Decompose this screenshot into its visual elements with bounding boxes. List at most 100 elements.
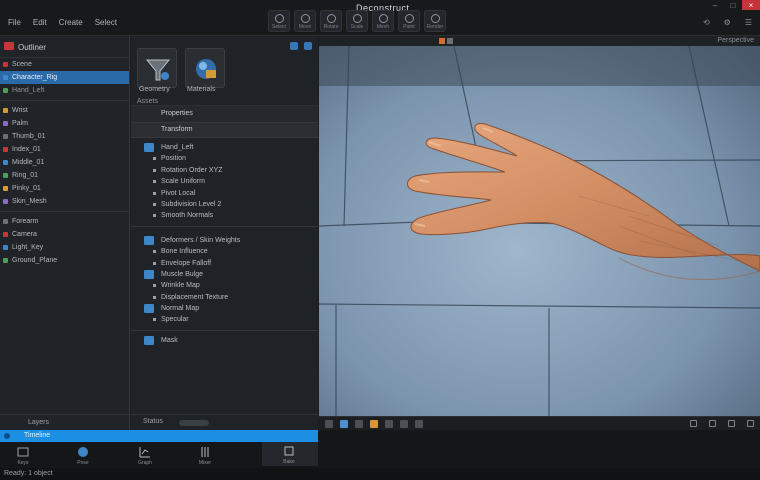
- scene-render: [319, 46, 760, 416]
- object-type-icon: [3, 160, 8, 165]
- deformer-tree: Deformers / Skin Weights Bone Influence En…: [131, 231, 318, 326]
- outliner-item[interactable]: Skin_Mesh: [0, 195, 129, 208]
- refresh-icon[interactable]: ⟲: [703, 18, 710, 27]
- scale-tool-button[interactable]: Scale: [346, 10, 368, 32]
- top-view-icon[interactable]: [728, 420, 735, 427]
- tree-row[interactable]: Deformers / Skin Weights: [131, 235, 318, 246]
- properties-panel: Geometry Materials Assets Properties Tra…: [131, 36, 318, 430]
- side-view-icon[interactable]: [709, 420, 716, 427]
- maximize-button[interactable]: □: [724, 0, 742, 10]
- camera-icon[interactable]: [439, 38, 445, 44]
- tree-row[interactable]: Pivot Local: [131, 188, 318, 199]
- mixer-button[interactable]: Mixer: [194, 444, 216, 466]
- outliner-item[interactable]: Ground_Plane: [0, 254, 129, 267]
- gear-icon[interactable]: ⚙: [724, 18, 731, 27]
- tree-row[interactable]: Smooth Normals: [131, 210, 318, 221]
- select-tool-button[interactable]: Select: [268, 10, 290, 32]
- tree-row-label: Scale Uniform: [161, 178, 205, 186]
- property-tree: Hand_Left Position Rotation Order XYZ Scale…: [131, 138, 318, 222]
- section-title[interactable]: Properties: [131, 106, 318, 122]
- hamburger-icon[interactable]: ☰: [745, 18, 752, 27]
- outliner-panel: Outliner Scene Character_Rig Hand_Left Wris…: [0, 36, 130, 430]
- frame-icon[interactable]: [415, 420, 423, 428]
- timeline-strip[interactable]: Timeline: [0, 430, 318, 442]
- menu-select[interactable]: Select: [95, 18, 117, 27]
- minimize-button[interactable]: –: [706, 0, 724, 10]
- bake-label: Bake: [283, 459, 295, 465]
- object-type-icon: [3, 134, 8, 139]
- outliner-item[interactable]: Ring_01: [0, 169, 129, 182]
- menu-file[interactable]: File: [8, 18, 21, 27]
- close-button[interactable]: ×: [742, 0, 760, 10]
- menu-edit[interactable]: Edit: [33, 18, 47, 27]
- horizontal-scrollbar[interactable]: [179, 420, 209, 426]
- outliner-item[interactable]: Palm: [0, 117, 129, 130]
- outliner-item[interactable]: Light_Key: [0, 241, 129, 254]
- expand-icon[interactable]: [304, 42, 312, 50]
- viewport-scene[interactable]: [319, 46, 760, 416]
- outliner-item[interactable]: Thumb_01: [0, 130, 129, 143]
- outliner-item[interactable]: Middle_01: [0, 156, 129, 169]
- shaded-icon[interactable]: [340, 420, 348, 428]
- outliner-item[interactable]: Hand_Left: [0, 84, 129, 97]
- texture-icon[interactable]: [355, 420, 363, 428]
- tree-row[interactable]: Normal Map: [131, 303, 318, 314]
- outliner-item[interactable]: Wrist: [0, 104, 129, 117]
- mask-row[interactable]: Mask: [131, 335, 318, 346]
- tree-row[interactable]: Specular: [131, 314, 318, 325]
- grid-icon[interactable]: [447, 38, 453, 44]
- bullet-icon: [153, 295, 156, 299]
- fullscreen-icon[interactable]: [747, 420, 754, 427]
- pose-icon: [78, 447, 88, 457]
- transform-header[interactable]: Transform: [131, 122, 318, 138]
- paint-tool-button[interactable]: Paint: [398, 10, 420, 32]
- pose-button[interactable]: Pose: [72, 444, 94, 466]
- scale-icon: [353, 14, 362, 23]
- asset-materials[interactable]: [185, 48, 225, 88]
- tree-row[interactable]: Scale Uniform: [131, 176, 318, 187]
- render-tool-button[interactable]: Render: [424, 10, 446, 32]
- outliner-item[interactable]: Index_01: [0, 143, 129, 156]
- outliner-item[interactable]: Pinky_01: [0, 182, 129, 195]
- light-icon[interactable]: [370, 420, 378, 428]
- pose-label: Pose: [77, 460, 89, 466]
- tree-row[interactable]: Rotation Order XYZ: [131, 165, 318, 176]
- bake-icon: [284, 446, 294, 456]
- tree-row[interactable]: Displacement Texture: [131, 292, 318, 303]
- tree-row[interactable]: Envelope Falloff: [131, 258, 318, 269]
- menu-create[interactable]: Create: [59, 18, 83, 27]
- outliner-item[interactable]: Scene: [0, 58, 129, 71]
- outliner-item[interactable]: Character_Rig: [0, 71, 129, 84]
- playhead-icon[interactable]: [4, 433, 10, 439]
- front-view-icon[interactable]: [690, 420, 697, 427]
- bake-button[interactable]: Bake: [262, 442, 318, 466]
- tree-row[interactable]: Muscle Bulge: [131, 269, 318, 280]
- graph-button[interactable]: Graph: [134, 444, 156, 466]
- keys-button[interactable]: Keys: [12, 444, 34, 466]
- object-type-icon: [3, 147, 8, 152]
- outliner-item-label: Forearm: [12, 218, 39, 225]
- bullet-icon: [153, 157, 156, 161]
- node-icon: [144, 269, 154, 279]
- wireframe-icon[interactable]: [325, 420, 333, 428]
- tree-row[interactable]: Bone Influence: [131, 246, 318, 257]
- viewport-toolbar: [319, 416, 760, 430]
- outliner-item[interactable]: Camera: [0, 228, 129, 241]
- tree-row[interactable]: Position: [131, 153, 318, 164]
- mesh-tool-button[interactable]: Mesh: [372, 10, 394, 32]
- tree-row-label: Bone Influence: [161, 248, 208, 256]
- isolate-icon[interactable]: [400, 420, 408, 428]
- tree-row[interactable]: Subdivision Level 2: [131, 199, 318, 210]
- tree-row[interactable]: Wrinkle Map: [131, 280, 318, 291]
- outliner-item-label: Index_01: [12, 146, 41, 153]
- asset-geometry[interactable]: [137, 48, 177, 88]
- outliner-item[interactable]: Forearm: [0, 215, 129, 228]
- layers-label[interactable]: Layers: [28, 419, 49, 426]
- move-tool-button[interactable]: Move: [294, 10, 316, 32]
- pin-icon[interactable]: [290, 42, 298, 50]
- viewport[interactable]: Perspective: [319, 36, 760, 430]
- shading-label[interactable]: Perspective: [717, 37, 754, 44]
- rotate-tool-button[interactable]: Rotate: [320, 10, 342, 32]
- shadow-icon[interactable]: [385, 420, 393, 428]
- tree-row[interactable]: Hand_Left: [131, 142, 318, 153]
